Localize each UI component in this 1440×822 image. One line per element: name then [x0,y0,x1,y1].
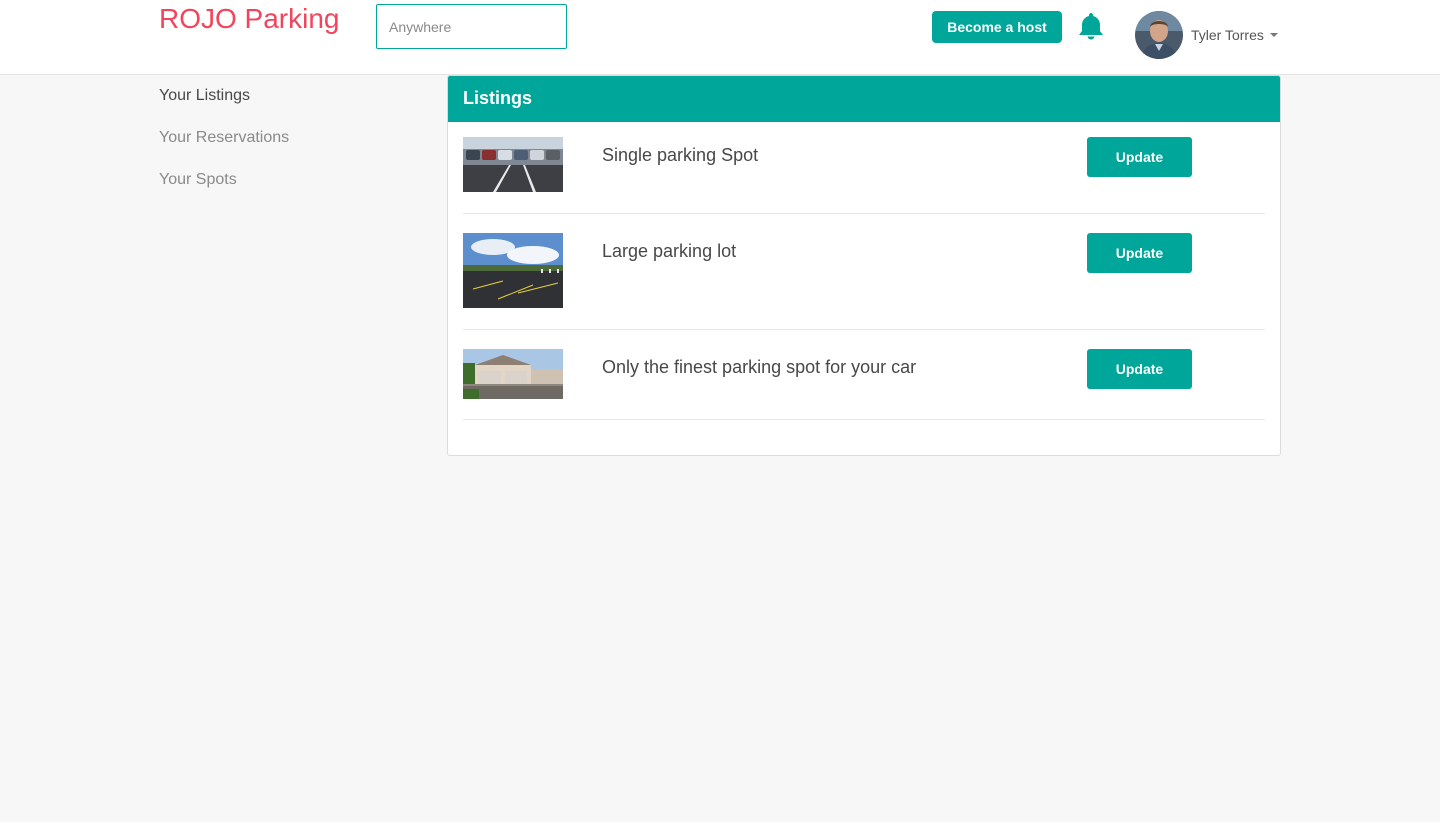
update-button[interactable]: Update [1087,349,1192,389]
listings-panel-title: Listings [448,76,1280,122]
listing-row: Large parking lot Update [463,233,1265,330]
sidebar-item-your-listings[interactable]: Your Listings [159,86,379,128]
chevron-down-icon [1269,33,1278,37]
sidebar-nav: Your Listings Your Reservations Your Spo… [159,86,379,212]
user-menu[interactable]: Tyler Torres [1135,11,1278,59]
update-button[interactable]: Update [1087,137,1192,177]
search-input[interactable] [376,4,567,49]
listing-thumbnail [463,349,563,399]
brand-logo-link[interactable]: ROJO Parking [159,3,340,35]
avatar [1135,11,1183,59]
top-navbar: ROJO Parking Become a host Tyler Torres [0,0,1440,75]
sidebar-item-your-reservations[interactable]: Your Reservations [159,128,379,170]
listing-thumbnail [463,137,563,192]
user-name: Tyler Torres [1191,27,1264,43]
listing-row: Only the finest parking spot for your ca… [463,349,1265,420]
become-host-button[interactable]: Become a host [932,11,1062,43]
update-button[interactable]: Update [1087,233,1192,273]
listing-row: Single parking Spot Update [463,137,1265,214]
sidebar-item-your-spots[interactable]: Your Spots [159,170,379,212]
listing-title: Only the finest parking spot for your ca… [602,357,917,377]
listing-title: Single parking Spot [602,145,759,165]
listings-panel: Listings Single parking Spot Update Larg… [447,75,1281,456]
bell-icon[interactable] [1077,11,1105,41]
listing-thumbnail [463,233,563,308]
listing-title: Large parking lot [602,241,737,261]
